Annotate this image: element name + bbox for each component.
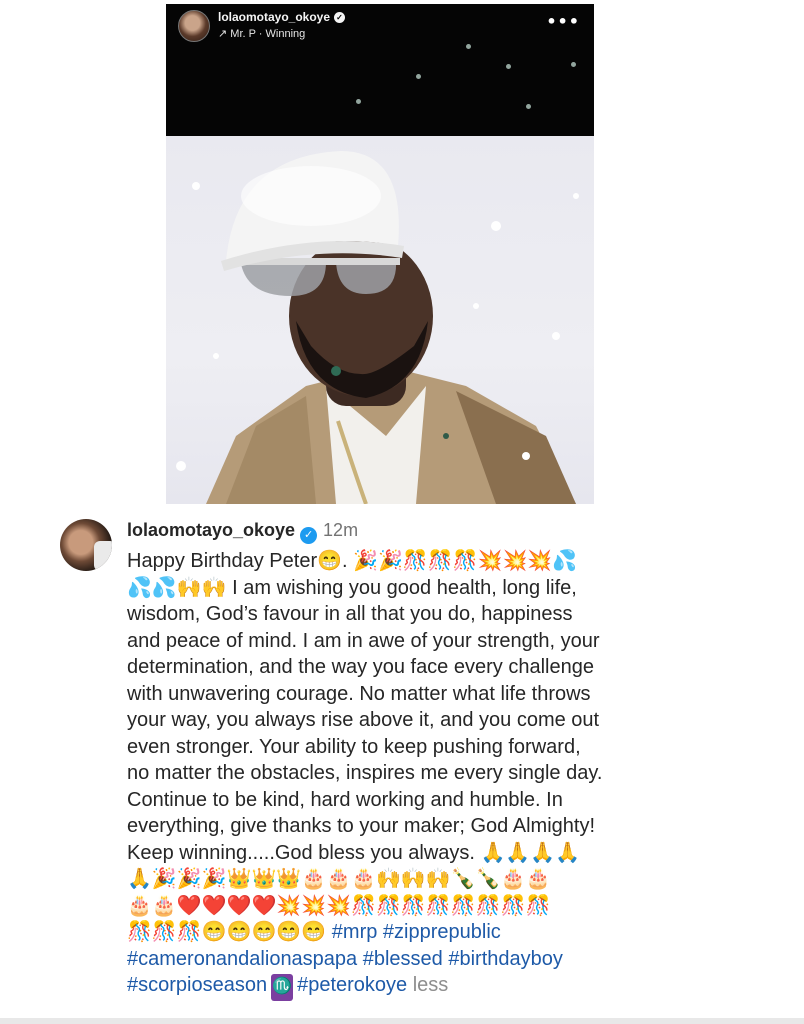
scorpio-icon: ♏: [271, 974, 294, 1001]
comment-line: with unwavering courage. No matter what …: [127, 682, 591, 705]
post-username[interactable]: lolaomotayo_okoye ✓: [218, 10, 346, 24]
comment-line: wisdom, God’s favour in all that you do,…: [127, 603, 573, 625]
comment-line: Continue to be kind, hard working and hu…: [127, 788, 563, 811]
comment-line: everything, give thanks to your maker; G…: [127, 815, 595, 837]
verified-icon: ✓: [334, 12, 346, 23]
comment-username[interactable]: lolaomotayo_okoye: [127, 520, 295, 540]
more-options-icon[interactable]: •••: [546, 12, 580, 31]
comment-header: lolaomotayo_okoye ✓ 12m: [127, 519, 358, 544]
comment-line: 🙏🎉🎉🎉👑👑👑🎂🎂🎂🙌🙌🙌🍾🍾🎂🎂: [127, 868, 551, 890]
less-toggle[interactable]: less: [413, 974, 449, 996]
verified-badge-icon: ✓: [300, 527, 318, 544]
emoji-run: 🎊🎊🎊😁😁😁😁😁: [127, 921, 327, 943]
comment-line: Keep winning.....God bless you always. 🙏…: [127, 841, 581, 864]
comment-line: 💦💦🙌🙌 I am wishing you good health, long …: [127, 576, 577, 599]
comment-line: even stronger. Your ability to keep push…: [127, 735, 581, 758]
comment-line: Happy Birthday Peter😁. 🎉🎉🎊🎊🎊💥💥💥💦: [127, 550, 578, 572]
bottom-divider: [0, 1018, 804, 1024]
comment-line: no matter the obstacles, inspires me eve…: [127, 762, 603, 784]
post-username-text[interactable]: lolaomotayo_okoye: [218, 10, 330, 24]
post-audio-text: Mr. P · Winning: [230, 28, 306, 40]
comment-line: 🎊🎊🎊😁😁😁😁😁 #mrp #zipprepublic: [127, 919, 707, 946]
post-header: lolaomotayo_okoye ✓ ↗ Mr. P · Winning •••: [166, 4, 594, 136]
comment-line: #scorpioseason ♏ #peterokoye less: [127, 972, 707, 1001]
post-audio-label[interactable]: ↗ Mr. P · Winning: [218, 27, 305, 40]
comment-text: Happy Birthday Peter😁. 🎉🎉🎊🎊🎊💥💥💥💦 💦💦🙌🙌 I …: [127, 548, 707, 1001]
comment-line: and peace of mind. I am in awe of your s…: [127, 629, 600, 652]
comment-timestamp: 12m: [323, 520, 359, 540]
comment-line: your way, you always rise above it, and …: [127, 709, 600, 731]
hashtag-link[interactable]: #scorpioseason: [127, 974, 267, 996]
post-avatar[interactable]: [178, 10, 210, 42]
comment-avatar[interactable]: [60, 519, 112, 571]
embedded-post[interactable]: lolaomotayo_okoye ✓ ↗ Mr. P · Winning •••: [166, 4, 594, 504]
comment-line: determination, and the way you face ever…: [127, 656, 594, 678]
comment-line: #cameronandalionaspapa #blessed #birthda…: [127, 946, 707, 973]
hashtag-link[interactable]: #peterokoye: [297, 974, 407, 996]
comment-line: 🎂🎂❤️❤️❤️❤️💥💥💥🎊🎊🎊🎊🎊🎊🎊🎊: [127, 894, 551, 917]
post-photo[interactable]: [166, 136, 594, 504]
hashtag-link[interactable]: #cameronandalionaspapa #blessed #birthda…: [127, 948, 563, 970]
hashtag-link[interactable]: #mrp #zipprepublic: [332, 921, 501, 943]
portrait-image: [176, 151, 579, 504]
arrow-up-right-icon: ↗: [218, 28, 228, 40]
